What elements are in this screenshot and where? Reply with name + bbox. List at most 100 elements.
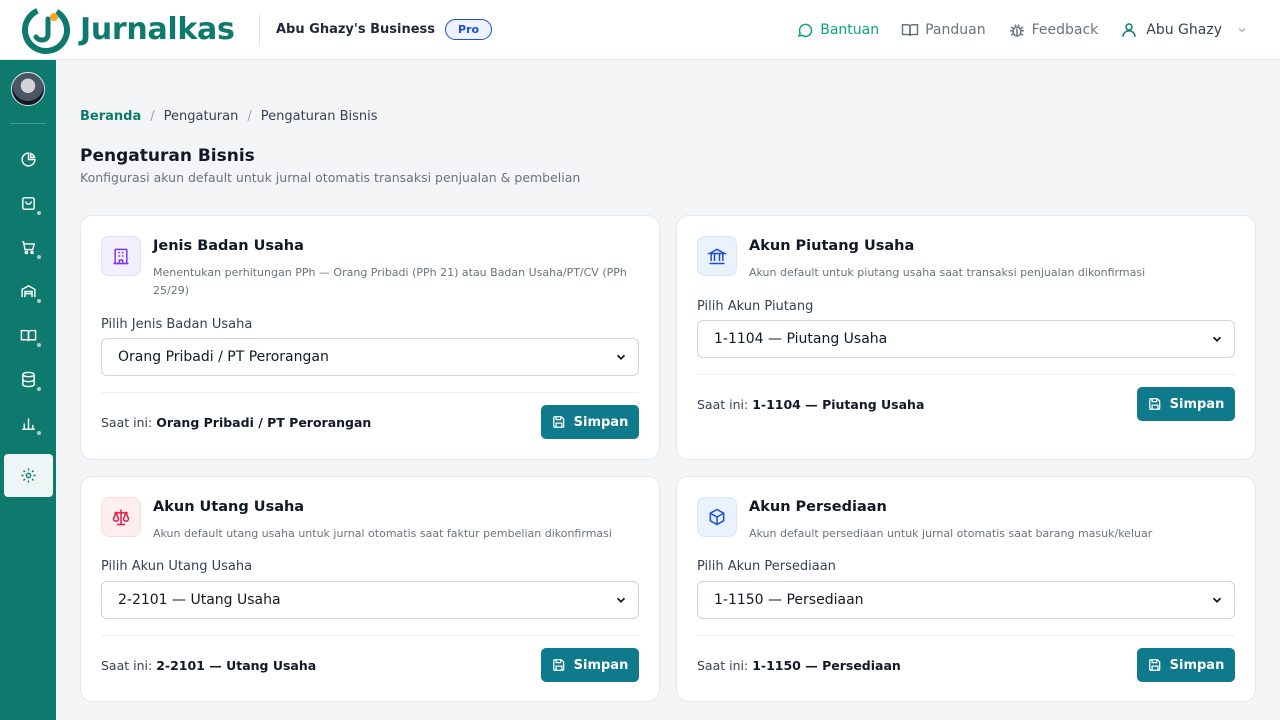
current-value-text: 1-1104 — Piutang Usaha xyxy=(752,397,925,412)
sidebar-submenu-dot xyxy=(37,255,41,259)
card-icon-wrap xyxy=(101,497,141,537)
save-label: Simpan xyxy=(1169,396,1225,412)
select-value: 1-1150 — Persediaan xyxy=(714,592,864,608)
save-icon xyxy=(1148,398,1160,410)
card-receivable-account: Akun Piutang Usaha Akun default untuk pi… xyxy=(676,215,1256,460)
card-inventory-account: Akun Persediaan Akun default persediaan … xyxy=(676,476,1256,702)
card-divider xyxy=(697,374,1235,375)
chat-icon xyxy=(798,23,813,38)
save-button[interactable]: Simpan xyxy=(541,405,639,439)
shopping-bag-icon xyxy=(21,196,35,210)
breadcrumb-home[interactable]: Beranda xyxy=(80,109,141,124)
box-icon xyxy=(709,508,725,526)
brand-logo[interactable]: Jurnalkas xyxy=(21,5,239,55)
save-icon xyxy=(552,416,564,428)
business-type-select[interactable]: Orang Pribadi / PT Perorangan xyxy=(101,338,639,376)
feedback-label: Feedback xyxy=(1031,22,1099,38)
business-name[interactable]: Abu Ghazy's Business xyxy=(276,22,435,37)
breadcrumb: Beranda / Pengaturan / Pengaturan Bisnis xyxy=(80,109,378,124)
save-button[interactable]: Simpan xyxy=(1137,387,1235,421)
guide-label: Panduan xyxy=(925,22,986,38)
logo-mark-icon xyxy=(22,5,70,54)
receivable-account-select[interactable]: 1-1104 — Piutang Usaha xyxy=(697,320,1235,358)
current-prefix: Saat ini: xyxy=(697,397,749,412)
building-icon xyxy=(113,248,129,265)
avatar[interactable] xyxy=(11,72,45,106)
current-value: Saat ini: Orang Pribadi / PT Perorangan xyxy=(101,415,371,430)
cart-icon xyxy=(21,240,35,254)
current-value-text: Orang Pribadi / PT Perorangan xyxy=(156,415,372,430)
save-button[interactable]: Simpan xyxy=(1137,648,1235,682)
page-subtitle: Konfigurasi akun default untuk jurnal ot… xyxy=(80,170,581,185)
sidebar-item-reports[interactable] xyxy=(18,413,38,433)
field-label: Pilih Akun Persediaan xyxy=(697,559,836,574)
book-open-icon xyxy=(901,24,919,37)
select-value: 2-2101 — Utang Usaha xyxy=(118,592,281,608)
book-icon xyxy=(20,329,36,341)
current-value: Saat ini: 2-2101 — Utang Usaha xyxy=(101,658,316,673)
guide-link[interactable]: Panduan xyxy=(901,21,986,39)
select-value: 1-1104 — Piutang Usaha xyxy=(714,331,888,347)
current-prefix: Saat ini: xyxy=(697,658,749,673)
card-title: Jenis Badan Usaha xyxy=(153,238,304,254)
card-icon-wrap xyxy=(101,236,141,276)
sidebar-submenu-dot xyxy=(37,211,41,215)
bank-icon xyxy=(707,248,727,265)
card-divider xyxy=(101,635,639,636)
sidebar-divider xyxy=(10,123,46,124)
card-payable-account: Akun Utang Usaha Akun default utang usah… xyxy=(80,476,660,702)
page-title: Pengaturan Bisnis xyxy=(80,146,255,166)
field-label: Pilih Akun Piutang xyxy=(697,299,814,314)
card-icon-wrap xyxy=(697,497,737,537)
help-label: Bantuan xyxy=(820,22,880,38)
save-label: Simpan xyxy=(1169,657,1225,673)
card-divider xyxy=(697,635,1235,636)
breadcrumb-separator: / xyxy=(247,109,252,124)
save-button[interactable]: Simpan xyxy=(541,648,639,682)
field-label: Pilih Akun Utang Usaha xyxy=(101,559,253,574)
payable-account-select[interactable]: 2-2101 — Utang Usaha xyxy=(101,581,639,619)
pie-chart-icon xyxy=(20,151,36,167)
current-value-text: 1-1150 — Persediaan xyxy=(752,658,901,673)
inventory-account-select[interactable]: 1-1150 — Persediaan xyxy=(697,581,1235,619)
save-label: Simpan xyxy=(573,414,629,430)
chevron-down-icon xyxy=(1238,28,1246,33)
chevron-down-icon xyxy=(1212,597,1222,603)
chevron-down-icon xyxy=(616,597,626,603)
chevron-down-icon xyxy=(1212,336,1222,342)
select-value: Orang Pribadi / PT Perorangan xyxy=(118,349,329,365)
scale-icon xyxy=(112,509,130,526)
save-icon xyxy=(1148,659,1160,671)
sidebar-item-accounts[interactable] xyxy=(18,369,38,389)
breadcrumb-current: Pengaturan Bisnis xyxy=(260,109,378,124)
sidebar-item-purchases[interactable] xyxy=(18,237,38,257)
card-title: Akun Utang Usaha xyxy=(153,499,305,515)
breadcrumb-settings[interactable]: Pengaturan xyxy=(164,109,239,124)
current-value: Saat ini: 1-1150 — Persediaan xyxy=(697,658,901,673)
sidebar-item-dashboard[interactable] xyxy=(18,149,38,169)
top-nav: Bantuan Panduan Feedback Abu Ghazy xyxy=(796,0,1280,60)
breadcrumb-separator: / xyxy=(150,109,155,124)
sidebar-submenu-dot xyxy=(37,299,41,303)
user-name: Abu Ghazy xyxy=(1146,22,1222,38)
user-menu[interactable]: Abu Ghazy xyxy=(1120,21,1248,39)
sidebar-item-sales[interactable] xyxy=(18,193,38,213)
card-description: Akun default untuk piutang usaha saat tr… xyxy=(749,266,1146,279)
sidebar xyxy=(0,60,56,720)
card-title: Akun Persediaan xyxy=(749,499,887,515)
sidebar-item-journal[interactable] xyxy=(18,325,38,345)
help-link[interactable]: Bantuan xyxy=(796,21,879,39)
card-title: Akun Piutang Usaha xyxy=(749,238,915,254)
top-bar: Jurnalkas Abu Ghazy's Business Pro Bantu… xyxy=(0,0,1280,60)
database-icon xyxy=(21,371,35,387)
bug-icon xyxy=(1009,24,1024,37)
card-icon-wrap xyxy=(697,236,737,276)
current-prefix: Saat ini: xyxy=(101,415,153,430)
warehouse-icon xyxy=(20,284,36,297)
feedback-link[interactable]: Feedback xyxy=(1008,21,1099,39)
gear-icon xyxy=(21,468,36,483)
sidebar-submenu-dot xyxy=(37,387,41,391)
current-value: Saat ini: 1-1104 — Piutang Usaha xyxy=(697,397,924,412)
sidebar-item-settings[interactable] xyxy=(4,454,53,497)
sidebar-item-inventory[interactable] xyxy=(18,281,38,301)
